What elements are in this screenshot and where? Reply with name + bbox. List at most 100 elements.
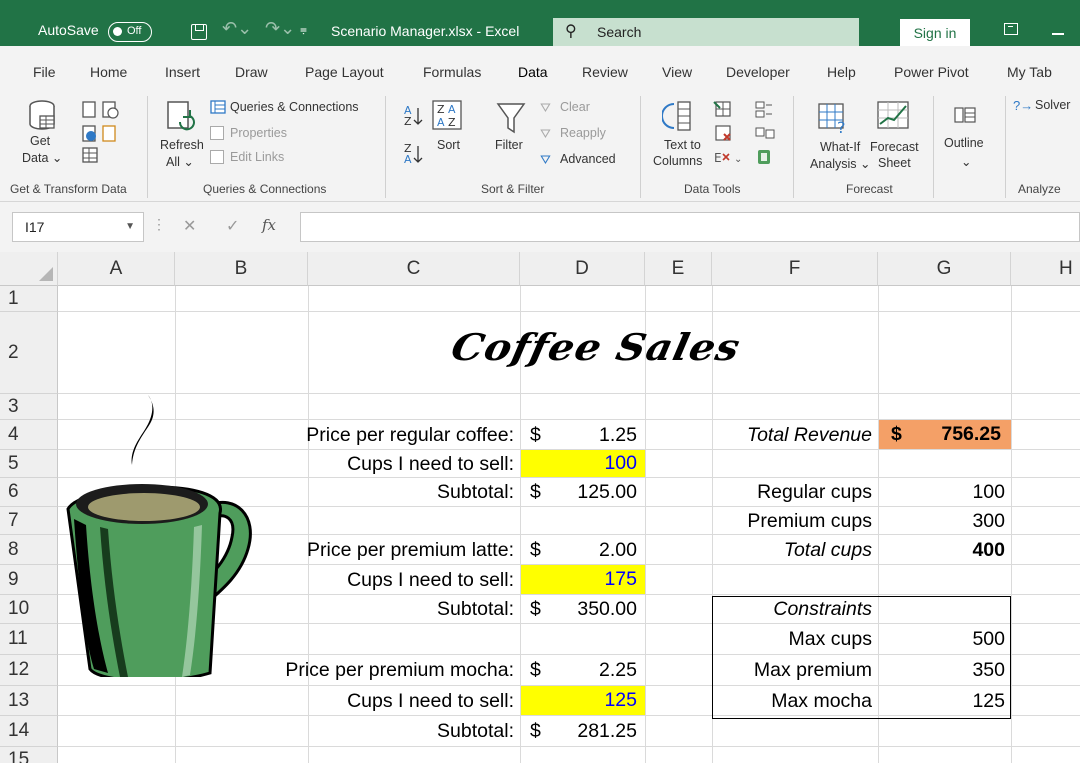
max-premium-value[interactable]: 350	[879, 655, 1005, 686]
total-revenue-cell[interactable]: $ 756.25	[879, 420, 1011, 449]
column-header-h[interactable]: H	[1011, 252, 1080, 286]
autosave-toggle[interactable]: Off	[108, 22, 152, 42]
row-header-13[interactable]: 13	[0, 686, 58, 716]
total-cups-label[interactable]: Total cups	[713, 535, 872, 565]
premium-cups-value[interactable]: 300	[879, 507, 1005, 535]
tab-draw[interactable]: Draw	[235, 64, 268, 80]
column-header-d[interactable]: D	[520, 252, 645, 286]
max-premium-label[interactable]: Max premium	[713, 655, 872, 686]
label-cups-mocha[interactable]: Cups I need to sell:	[240, 686, 514, 716]
label-price-latte[interactable]: Price per premium latte:	[240, 535, 514, 565]
constraints-heading[interactable]: Constraints	[713, 595, 872, 624]
cups-latte-input[interactable]: 175	[521, 565, 645, 594]
max-cups-value[interactable]: 500	[879, 624, 1005, 655]
tab-help[interactable]: Help	[827, 64, 856, 80]
column-header-b[interactable]: B	[175, 252, 308, 286]
row-header-11[interactable]: 11	[0, 624, 58, 655]
row-header-5[interactable]: 5	[0, 450, 58, 478]
forecast-sheet-icon	[877, 101, 909, 129]
svg-text:⌄: ⌄	[734, 154, 742, 165]
max-mocha-label[interactable]: Max mocha	[713, 686, 872, 716]
subtotal-latte-value[interactable]: 350.00	[560, 595, 637, 624]
row-header-12[interactable]: 12	[0, 655, 58, 686]
column-header-e[interactable]: E	[645, 252, 712, 286]
currency-symbol: $	[530, 720, 541, 742]
column-header-c[interactable]: C	[308, 252, 520, 286]
sort-az-icons[interactable]: A Z Z A	[402, 102, 424, 166]
premium-cups-label[interactable]: Premium cups	[713, 507, 872, 535]
data-tools-small-icons[interactable]: E ⌄	[712, 100, 782, 170]
formula-input[interactable]	[300, 212, 1080, 242]
currency-symbol: $	[530, 538, 541, 561]
row-header-6[interactable]: 6	[0, 478, 58, 507]
label-subtotal-regular[interactable]: Subtotal:	[240, 478, 514, 507]
price-latte-value[interactable]: 2.00	[560, 535, 637, 565]
label-subtotal-latte[interactable]: Subtotal:	[240, 595, 514, 624]
tab-home[interactable]: Home	[90, 64, 127, 80]
row-header-7[interactable]: 7	[0, 507, 58, 535]
select-all-button[interactable]	[0, 252, 58, 286]
clear-label: Clear	[560, 100, 590, 114]
row-header-8[interactable]: 8	[0, 535, 58, 565]
sign-in-button[interactable]: Sign in	[900, 19, 970, 47]
cancel-icon[interactable]: ✕	[183, 216, 196, 236]
column-header-f[interactable]: F	[712, 252, 878, 286]
tab-view[interactable]: View	[662, 64, 692, 80]
price-regular-value[interactable]: 1.25	[560, 420, 637, 450]
regular-cups-value[interactable]: 100	[879, 478, 1005, 507]
total-cups-value[interactable]: 400	[879, 535, 1005, 565]
tab-power-pivot[interactable]: Power Pivot	[894, 64, 969, 80]
tab-insert[interactable]: Insert	[165, 64, 200, 80]
get-data-small-icons[interactable]	[81, 100, 121, 170]
total-revenue-label[interactable]: Total Revenue	[713, 420, 872, 450]
coffee-mug-image[interactable]	[60, 387, 260, 677]
minimize-icon[interactable]	[1052, 33, 1064, 35]
row-header-15[interactable]: 15	[0, 747, 58, 763]
row-header-9[interactable]: 9	[0, 565, 58, 595]
row-header-4[interactable]: 4	[0, 420, 58, 450]
chevron-down-icon[interactable]: ▼	[125, 213, 135, 241]
tab-formulas[interactable]: Formulas	[423, 64, 481, 80]
redo-icon[interactable]: ↷⌄	[265, 18, 295, 39]
save-icon[interactable]	[191, 24, 207, 40]
tab-file[interactable]: File	[33, 64, 56, 80]
tab-review[interactable]: Review	[582, 64, 628, 80]
ribbon-separator	[1005, 96, 1006, 198]
tab-page-layout[interactable]: Page Layout	[305, 64, 384, 80]
row-header-1[interactable]: 1	[0, 286, 58, 312]
cups-mocha-input[interactable]: 125	[521, 686, 645, 715]
undo-icon[interactable]: ↶⌄	[222, 18, 252, 39]
column-header-a[interactable]: A	[58, 252, 175, 286]
enter-icon[interactable]: ✓	[226, 216, 239, 236]
worksheet-grid[interactable]: A B C D E F G H 1 2 3 4 5 6 7 8 9 10 11 …	[0, 252, 1080, 763]
label-cups-latte[interactable]: Cups I need to sell:	[240, 565, 514, 595]
regular-cups-label[interactable]: Regular cups	[713, 478, 872, 507]
currency-symbol: $	[530, 481, 541, 503]
column-header-g[interactable]: G	[878, 252, 1011, 286]
row-header-2[interactable]: 2	[0, 312, 58, 394]
customize-quick-access-icon[interactable]: ⩦	[300, 22, 307, 37]
price-mocha-value[interactable]: 2.25	[560, 655, 637, 686]
row-header-14[interactable]: 14	[0, 716, 58, 747]
max-mocha-value[interactable]: 125	[879, 686, 1005, 716]
ribbon-display-options-icon[interactable]	[1004, 23, 1018, 35]
row-header-3[interactable]: 3	[0, 394, 58, 420]
queries-icon	[210, 100, 226, 114]
name-box[interactable]: I17 ▼	[12, 212, 144, 242]
formula-bar-resize-handle[interactable]: ⋮	[152, 216, 166, 233]
sheet-title[interactable]: Coffee Sales	[447, 326, 744, 369]
search-box[interactable]: ⚲ Search	[553, 18, 859, 47]
tab-my-tab[interactable]: My Tab	[1007, 64, 1052, 80]
insert-function-icon[interactable]: fx	[262, 216, 276, 234]
subtotal-mocha-value[interactable]: 281.25	[560, 716, 637, 747]
tab-data[interactable]: Data	[518, 64, 548, 80]
row-header-10[interactable]: 10	[0, 595, 58, 624]
label-price-regular[interactable]: Price per regular coffee:	[240, 420, 514, 450]
label-subtotal-mocha[interactable]: Subtotal:	[240, 716, 514, 747]
label-cups-regular[interactable]: Cups I need to sell:	[240, 450, 514, 478]
label-price-mocha[interactable]: Price per premium mocha:	[240, 655, 514, 686]
subtotal-regular-value[interactable]: 125.00	[560, 478, 637, 507]
cups-regular-input[interactable]: 100	[521, 450, 645, 477]
tab-developer[interactable]: Developer	[726, 64, 790, 80]
max-cups-label[interactable]: Max cups	[713, 624, 872, 655]
